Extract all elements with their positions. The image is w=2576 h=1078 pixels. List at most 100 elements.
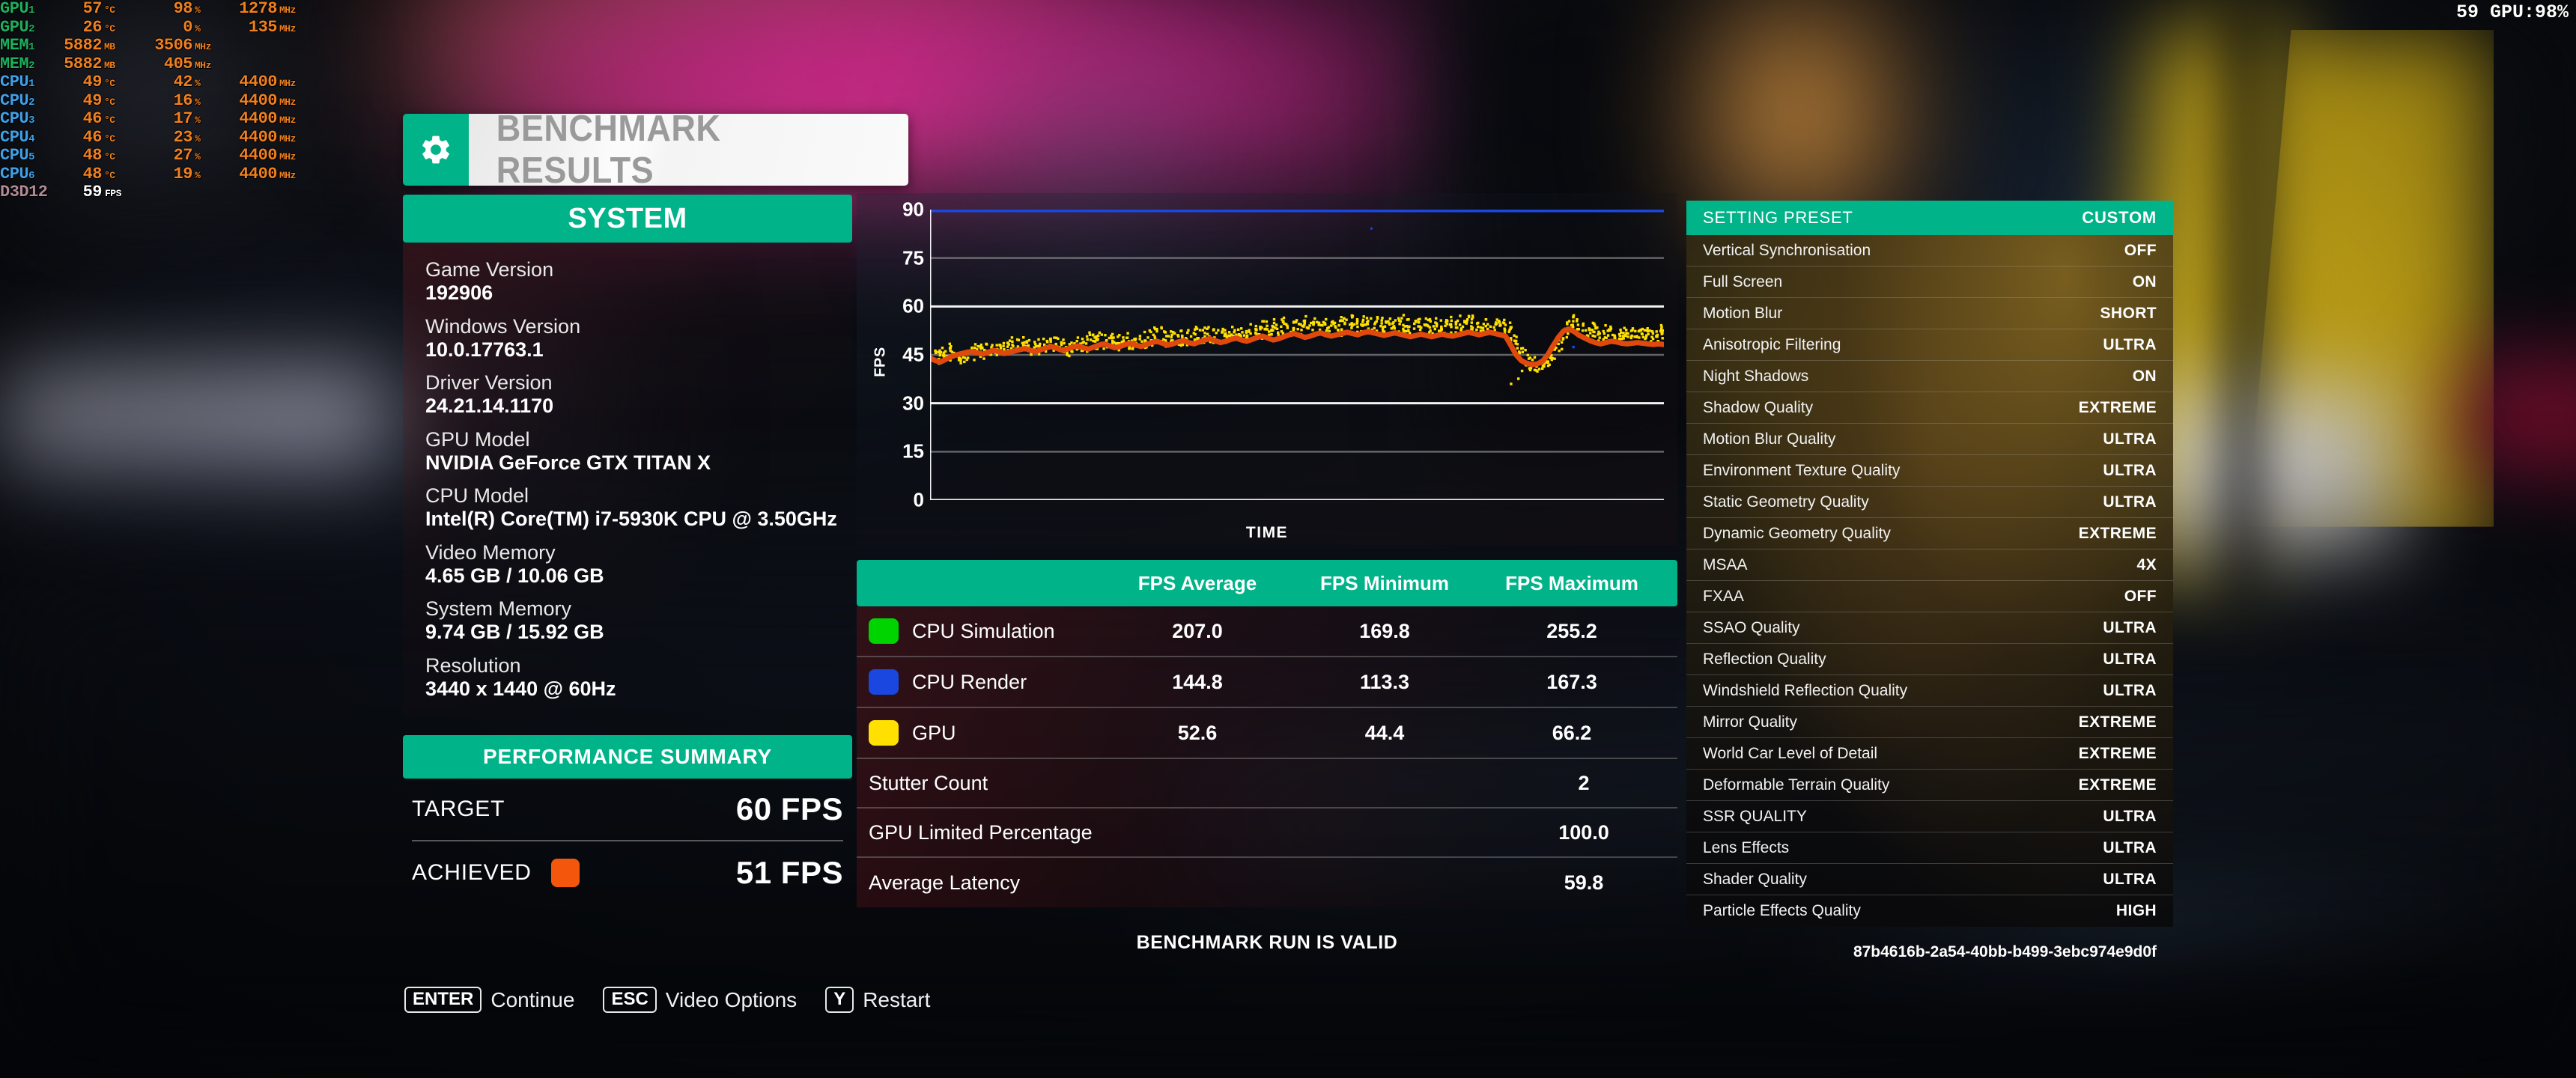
system-info-item: CPU Model Intel(R) Core(TM) i7-5930K CPU … <box>425 485 852 532</box>
setting-preset-value: CUSTOM <box>2082 208 2157 227</box>
overlay-unit-3: MHz <box>279 78 296 89</box>
overlay-value-3: 4400 <box>239 146 277 165</box>
table-cell-min: 169.8 <box>1359 619 1410 642</box>
setting-row: Motion Blur SHORT <box>1686 298 2173 329</box>
system-info-label: Resolution <box>425 654 521 677</box>
key-prompt[interactable]: ESC Video Options <box>603 987 797 1013</box>
setting-label: Night Shadows <box>1703 367 1809 385</box>
table-row: GPU 52.6 44.4 66.2 <box>857 708 1677 759</box>
overlay-unit-1: °C <box>104 78 115 89</box>
benchmark-results-header: BENCHMARK RESULTS <box>403 114 908 186</box>
setting-row: Particle Effects Quality HIGH <box>1686 895 2173 927</box>
series-color-swatch <box>869 618 899 644</box>
setting-value: ULTRA <box>2103 461 2157 479</box>
key-prompt[interactable]: Y Restart <box>825 987 930 1013</box>
chart-tick-label: 60 <box>902 294 924 317</box>
system-info-value: NVIDIA GeForce GTX TITAN X <box>425 451 711 474</box>
chart-tick-label: 30 <box>902 392 924 415</box>
overlay-value-3: 4400 <box>239 73 277 91</box>
system-info-label: Windows Version <box>425 314 581 338</box>
left-column: SYSTEM Game Version 192906 Windows Version… <box>403 195 852 904</box>
overlay-value-1: 5882 <box>64 54 102 73</box>
setting-value: HIGH <box>2115 902 2157 919</box>
setting-label: Static Geometry Quality <box>1703 493 1869 511</box>
overlay-value-2: 27 <box>173 146 193 165</box>
system-info-value: 24.21.14.1170 <box>425 395 554 418</box>
overlay-row: CPU3 46 °C 17% 4400 MHz <box>0 109 302 129</box>
table-cell-avg: 52.6 <box>1177 721 1218 744</box>
system-info-item: Windows Version 10.0.17763.1 <box>425 314 852 362</box>
overlay-row: CPU5 48 °C 27% 4400 MHz <box>0 146 302 165</box>
setting-row: SSAO Quality ULTRA <box>1686 612 2173 644</box>
overlay-row: MEM1 5882 MB 3506 MHz <box>0 36 302 55</box>
system-info-value: Intel(R) Core(TM) i7-5930K CPU @ 3.50GHz <box>425 508 837 531</box>
key-cap: Y <box>825 987 854 1013</box>
setting-label: World Car Level of Detail <box>1703 744 1878 762</box>
setting-value: ULTRA <box>2103 335 2157 353</box>
overlay-unit-3: MHz <box>279 169 296 181</box>
table-cell-max: 167.3 <box>1546 670 1597 693</box>
summary-row-label: GPU Limited Percentage <box>869 820 1093 844</box>
settings-list: Vertical Synchronisation OFF Full Screen ON… <box>1686 235 2173 927</box>
setting-label: Mirror Quality <box>1703 713 1798 731</box>
overlay-fps-value: 59 <box>82 183 103 201</box>
center-column: FPS 0 15 30 45 60 75 90 TIME FPS Average FPS M… <box>857 193 1677 907</box>
overlay-unit-2: % <box>195 151 201 162</box>
hardware-monitor-overlay: GPU1 57 °C 98% 1278 MHz GPU2 26 °C 0% 135 MHz MEM1 58… <box>0 0 302 202</box>
overlay-row: CPU6 48 °C 19% 4400 MHz <box>0 165 302 184</box>
setting-row: Full Screen ON <box>1686 267 2173 298</box>
setting-row: Shadow Quality EXTREME <box>1686 392 2173 424</box>
setting-label: Motion Blur <box>1703 304 1783 322</box>
setting-label: SSR QUALITY <box>1703 807 1807 825</box>
setting-label: SSAO Quality <box>1703 618 1800 636</box>
overlay-unit-2: % <box>195 22 201 34</box>
overlay-api-label: D3D12 <box>0 183 48 201</box>
overlay-unit-1: °C <box>104 169 115 181</box>
chart-y-ticks: 0 15 30 45 60 75 90 <box>879 198 924 511</box>
overlay-unit-3: MHz <box>279 115 296 126</box>
system-panel-header: SYSTEM <box>403 195 852 243</box>
setting-label: MSAA <box>1703 555 1748 573</box>
setting-label: Lens Effects <box>1703 838 1790 856</box>
setting-row: Static Geometry Quality ULTRA <box>1686 487 2173 518</box>
overlay-row-label: CPU5 <box>0 146 35 165</box>
key-action-label: Restart <box>863 987 931 1011</box>
overlay-unit-2: % <box>195 96 201 108</box>
overlay-value-2: 16 <box>173 91 193 110</box>
chart-tick-label: 90 <box>902 198 924 221</box>
system-info-value: 3440 x 1440 @ 60Hz <box>425 677 616 700</box>
overlay-row-label: MEM1 <box>0 36 35 55</box>
overlay-value-2: 23 <box>173 127 193 147</box>
target-value: 60 FPS <box>735 791 843 827</box>
setting-value: ULTRA <box>2103 807 2157 825</box>
overlay-row: GPU1 57 °C 98% 1278 MHz <box>0 0 302 19</box>
overlay-value-2: 98 <box>173 0 193 18</box>
overlay-row-label: CPU1 <box>0 73 35 91</box>
setting-row: Mirror Quality EXTREME <box>1686 707 2173 738</box>
setting-label: Windshield Reflection Quality <box>1703 681 1908 699</box>
overlay-unit-2: % <box>195 78 201 89</box>
overlay-unit-1: °C <box>104 22 115 34</box>
performance-summary-body: TARGET 60 FPS ACHIEVED 51 FPS <box>403 779 852 904</box>
setting-value: ULTRA <box>2103 430 2157 448</box>
settings-column: SETTING PRESET CUSTOM Vertical Synchroni… <box>1686 201 2173 970</box>
summary-row: Stutter Count 2 <box>857 759 1677 808</box>
overlay-fps-unit: FPS <box>105 188 121 199</box>
header-title-plate: BENCHMARK RESULTS <box>469 114 908 186</box>
overlay-unit-1: °C <box>104 4 115 16</box>
achieved-row: ACHIEVED 51 FPS <box>412 841 843 904</box>
overlay-unit-1: °C <box>104 96 115 108</box>
overlay-unit-3: MHz <box>279 133 296 144</box>
setting-value: EXTREME <box>2078 524 2157 542</box>
setting-preset-label: SETTING PRESET <box>1703 208 1853 227</box>
overlay-api-row: D3D12 59 FPS <box>0 183 302 202</box>
overlay-value-2: 0 <box>183 17 192 37</box>
setting-value: ON <box>2132 272 2157 290</box>
table-cell-avg: 207.0 <box>1172 619 1223 642</box>
setting-row: Anisotropic Filtering ULTRA <box>1686 329 2173 361</box>
chart-tick-label: 0 <box>913 488 924 511</box>
target-row: TARGET 60 FPS <box>412 779 843 842</box>
key-prompt[interactable]: ENTER Continue <box>404 987 574 1013</box>
overlay-unit-3: MHz <box>279 22 296 34</box>
results-table-header: FPS Average FPS Minimum FPS Maximum <box>857 560 1677 606</box>
